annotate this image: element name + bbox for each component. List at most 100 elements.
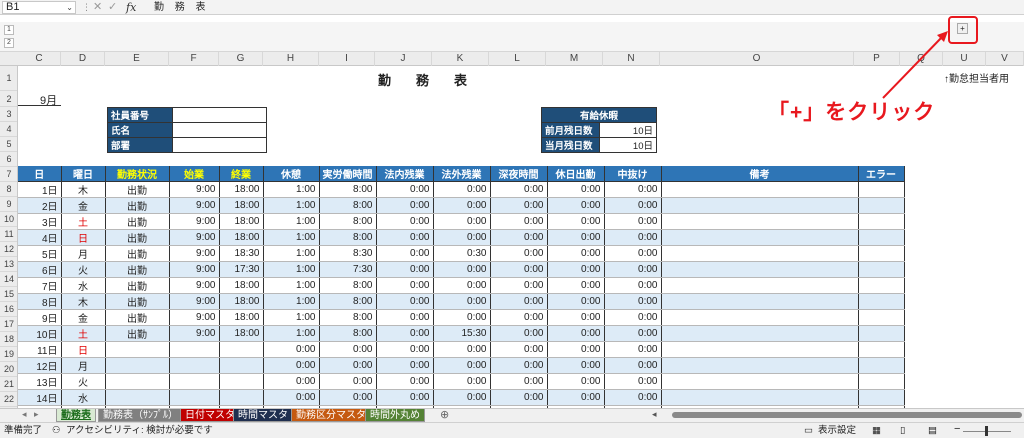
table-cell[interactable]: 木 [61,181,106,198]
more-options-icon[interactable]: ⋮ [82,2,91,13]
table-cell[interactable] [661,325,859,342]
scroll-left-icon[interactable]: ◂ [22,409,27,420]
table-cell[interactable]: 出勤 [105,261,170,278]
table-cell[interactable]: 0:00 [604,213,662,230]
horizontal-scrollbar[interactable] [672,412,1022,418]
enter-icon[interactable]: ✓ [108,1,117,14]
table-cell[interactable]: 0:00 [376,181,434,198]
table-cell[interactable] [661,213,859,230]
table-cell[interactable]: 7日 [18,277,62,294]
table-cell[interactable] [169,373,220,390]
table-cell[interactable] [858,197,905,214]
table-cell[interactable]: 18:00 [219,293,264,310]
normal-view-icon[interactable]: ▦ [872,425,881,437]
table-cell[interactable] [661,357,859,374]
table-cell[interactable]: 0:00 [604,325,662,342]
row-header[interactable]: 20 [0,362,17,377]
table-cell[interactable]: 0:00 [376,261,434,278]
table-cell[interactable]: 金 [61,309,106,326]
table-cell[interactable]: 0:00 [547,357,605,374]
table-cell[interactable]: 0:00 [490,325,548,342]
table-cell[interactable] [661,181,859,198]
column-header[interactable]: C [18,52,61,66]
table-cell[interactable] [105,373,170,390]
table-cell[interactable]: 18:00 [219,229,264,246]
table-cell[interactable] [858,245,905,262]
table-cell[interactable]: 1:00 [263,229,320,246]
table-cell[interactable]: 0:00 [376,357,434,374]
table-cell[interactable]: 0:00 [490,389,548,406]
table-cell[interactable]: 9:00 [169,325,220,342]
table-cell[interactable]: 18:30 [219,245,264,262]
table-cell[interactable]: 9:00 [169,213,220,230]
table-cell[interactable] [661,245,859,262]
table-cell[interactable]: 18:00 [219,325,264,342]
table-cell[interactable] [858,261,905,278]
page-break-icon[interactable]: ▤ [928,425,937,437]
prev-month-value[interactable]: 10日 [599,122,657,138]
table-cell[interactable] [858,373,905,390]
table-cell[interactable]: 0:30 [433,245,491,262]
table-cell[interactable]: 土 [61,213,106,230]
table-cell[interactable]: 0:00 [604,229,662,246]
table-cell[interactable]: 8:00 [319,293,377,310]
row-header[interactable]: 22 [0,392,17,407]
table-cell[interactable]: 出勤 [105,309,170,326]
column-header[interactable]: G [219,52,263,66]
table-cell[interactable]: 0:00 [319,341,377,358]
chevron-down-icon[interactable]: ⌄ [66,2,73,13]
table-cell[interactable]: 0:00 [490,293,548,310]
table-cell[interactable]: 0:00 [547,197,605,214]
table-cell[interactable]: 0:00 [547,245,605,262]
table-cell[interactable]: 0:00 [263,373,320,390]
sheet-tab[interactable]: 勤務区分マスタ [291,409,371,422]
table-cell[interactable]: 10日 [18,325,62,342]
table-cell[interactable]: 12日 [18,357,62,374]
table-cell[interactable]: 0:00 [604,197,662,214]
table-cell[interactable]: 0:00 [376,325,434,342]
row-header[interactable]: 16 [0,302,17,317]
insert-function-icon[interactable]: fx [126,1,136,14]
row-header[interactable]: 12 [0,242,17,257]
table-cell[interactable] [219,357,264,374]
table-cell[interactable] [858,309,905,326]
column-header[interactable]: D [61,52,105,66]
table-cell[interactable]: 9:00 [169,181,220,198]
table-cell[interactable]: 0:00 [319,389,377,406]
table-cell[interactable]: 5日 [18,245,62,262]
table-cell[interactable] [661,229,859,246]
row-header[interactable]: 18 [0,332,17,347]
table-cell[interactable]: 14日 [18,389,62,406]
table-cell[interactable] [858,181,905,198]
row-header[interactable]: 15 [0,287,17,302]
table-cell[interactable]: 0:00 [547,277,605,294]
table-cell[interactable] [858,357,905,374]
column-header[interactable]: I [319,52,375,66]
table-cell[interactable]: 0:00 [604,341,662,358]
column-header[interactable]: E [105,52,169,66]
table-cell[interactable]: 0:00 [490,357,548,374]
table-cell[interactable]: 9:00 [169,245,220,262]
table-cell[interactable] [661,277,859,294]
display-settings-icon[interactable]: ▭ [804,425,813,437]
row-header[interactable]: 14 [0,272,17,287]
row-header[interactable]: 4 [0,122,17,137]
row-header[interactable]: 13 [0,257,17,272]
sheet-tab[interactable]: 勤務表（ｻﾝﾌﾟﾙ） [98,409,183,422]
table-cell[interactable]: 0:00 [547,325,605,342]
table-cell[interactable]: 0:00 [433,277,491,294]
table-cell[interactable]: 出勤 [105,325,170,342]
table-cell[interactable] [858,213,905,230]
table-cell[interactable]: 日 [61,341,106,358]
outline-level-1[interactable]: 1 [4,25,14,35]
table-cell[interactable] [858,277,905,294]
row-header[interactable]: 8 [0,182,17,197]
table-cell[interactable]: 1:00 [263,277,320,294]
table-cell[interactable]: 11日 [18,341,62,358]
table-cell[interactable]: 火 [61,373,106,390]
table-cell[interactable]: 0:00 [433,341,491,358]
table-cell[interactable]: 0:00 [263,357,320,374]
table-cell[interactable]: 0:00 [319,357,377,374]
table-cell[interactable]: 0:00 [433,389,491,406]
table-cell[interactable]: 1:00 [263,293,320,310]
